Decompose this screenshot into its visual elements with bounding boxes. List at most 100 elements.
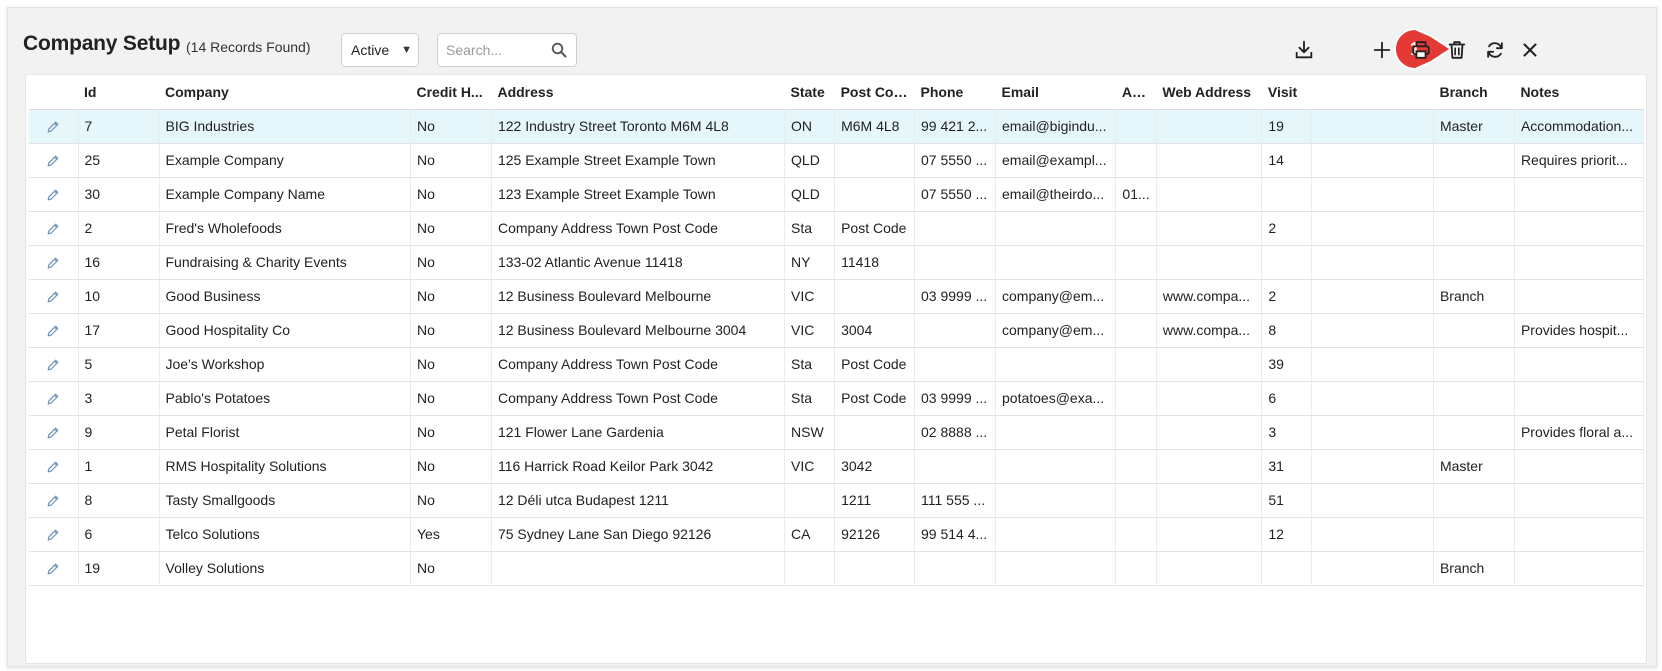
column-header[interactable]: Notes <box>1514 75 1644 110</box>
edit-button[interactable] <box>29 517 79 552</box>
table-cell <box>1311 449 1434 484</box>
table-cell: 2 <box>1261 279 1313 314</box>
table-cell <box>1311 143 1434 178</box>
edit-button[interactable] <box>29 415 79 450</box>
table-cell: No <box>410 177 492 212</box>
table-cell <box>1311 279 1434 314</box>
edit-button[interactable] <box>29 551 79 586</box>
table-row[interactable]: 2 Fred's Wholefoods No Company Address Town… <box>29 211 1645 246</box>
table-cell <box>1115 279 1157 314</box>
table-row[interactable]: 8 Tasty Smallgoods No 12 Déli utca Budapest… <box>29 483 1645 518</box>
table-cell <box>1156 109 1263 144</box>
table-cell: No <box>410 245 492 280</box>
close-button[interactable] <box>1514 34 1546 66</box>
table-cell: 07 5550 ... <box>914 177 996 212</box>
table-cell <box>1156 211 1263 246</box>
column-header[interactable]: Email <box>995 75 1116 110</box>
edit-button[interactable] <box>29 143 79 178</box>
table-cell: 6 <box>78 517 160 552</box>
edit-button[interactable] <box>29 109 79 144</box>
search-input[interactable] <box>438 34 550 66</box>
column-header[interactable]: Id <box>78 75 159 110</box>
table-body: 7 BIG Industries No 122 Industry Street Tor… <box>29 109 1645 586</box>
table-cell <box>1514 517 1645 552</box>
delete-button[interactable] <box>1441 34 1473 66</box>
table-row[interactable]: 25 Example Company No 125 Example Street Ex… <box>29 143 1645 178</box>
table-cell <box>1261 177 1313 212</box>
table-cell <box>995 483 1117 518</box>
table-cell: No <box>410 483 492 518</box>
pencil-icon <box>47 155 59 167</box>
edit-button[interactable] <box>29 483 79 518</box>
table-cell <box>914 313 996 348</box>
column-header[interactable] <box>29 75 79 110</box>
table-cell: Telco Solutions <box>159 517 411 552</box>
table-cell: 16 <box>78 245 160 280</box>
edit-button[interactable] <box>29 449 79 484</box>
table-cell: 12 Business Boulevard Melbourne <box>491 279 786 314</box>
search-icon[interactable] <box>551 42 567 58</box>
table-cell <box>1433 415 1515 450</box>
column-header[interactable]: Branch <box>1433 75 1515 110</box>
table-row[interactable]: 1 RMS Hospitality Solutions No 116 Harrick … <box>29 449 1645 484</box>
pencil-icon <box>47 427 59 439</box>
edit-button[interactable] <box>29 177 79 212</box>
table-cell: 123 Example Street Example Town <box>491 177 786 212</box>
table-cell: QLD <box>784 177 836 212</box>
plus-icon <box>1373 41 1391 59</box>
column-header[interactable] <box>1311 75 1434 110</box>
table-row[interactable]: 7 BIG Industries No 122 Industry Street Tor… <box>29 109 1645 144</box>
table-cell <box>1433 313 1515 348</box>
add-button[interactable] <box>1366 34 1398 66</box>
table-cell: Requires priorit... <box>1514 143 1645 178</box>
column-header[interactable]: Credit H... <box>410 75 492 110</box>
table-cell <box>1311 177 1434 212</box>
column-header[interactable]: Web Address <box>1156 75 1262 110</box>
header-bar: Company Setup (14 Records Found) Active … <box>8 8 1656 74</box>
table-cell <box>1514 245 1645 280</box>
table-row[interactable]: 30 Example Company Name No 123 Example Stre… <box>29 177 1645 212</box>
table-row[interactable]: 10 Good Business No 12 Business Boulevard M… <box>29 279 1645 314</box>
table-row[interactable]: 5 Joe's Workshop No Company Address Town Po… <box>29 347 1645 382</box>
status-filter-select[interactable]: Active ▼ <box>341 33 419 67</box>
refresh-button[interactable] <box>1479 34 1511 66</box>
edit-button[interactable] <box>29 347 79 382</box>
table-row[interactable]: 17 Good Hospitality Co No 12 Business Boule… <box>29 313 1645 348</box>
pencil-icon <box>47 291 59 303</box>
column-header[interactable]: Phone <box>914 75 996 110</box>
edit-button[interactable] <box>29 245 79 280</box>
table-cell <box>834 143 916 178</box>
table-row[interactable]: 9 Petal Florist No 121 Flower Lane Gardenia… <box>29 415 1645 450</box>
table-cell: Sta <box>784 381 836 416</box>
column-header[interactable]: State <box>784 75 835 110</box>
table-row[interactable]: 16 Fundraising & Charity Events No 133-02 A… <box>29 245 1645 280</box>
table-row[interactable]: 6 Telco Solutions Yes 75 Sydney Lane San Di… <box>29 517 1645 552</box>
table-cell: No <box>410 347 492 382</box>
pencil-icon <box>47 223 59 235</box>
table-cell <box>1433 517 1515 552</box>
column-header[interactable]: Address <box>491 75 785 110</box>
table-cell <box>1311 109 1434 144</box>
print-button[interactable] <box>1405 34 1437 66</box>
download-button[interactable] <box>1288 34 1320 66</box>
column-header[interactable]: Visit <box>1261 75 1312 110</box>
edit-button[interactable] <box>29 381 79 416</box>
table-cell: ON <box>784 109 836 144</box>
table-cell <box>1156 415 1263 450</box>
pencil-icon <box>47 529 59 541</box>
download-icon <box>1295 40 1313 59</box>
edit-button[interactable] <box>29 211 79 246</box>
table-cell: No <box>410 381 492 416</box>
edit-button[interactable] <box>29 279 79 314</box>
table-row[interactable]: 19 Volley Solutions No Branch <box>29 551 1645 586</box>
table-row[interactable]: 3 Pablo's Potatoes No Company Address Town … <box>29 381 1645 416</box>
record-count: (14 Records Found) <box>186 39 311 55</box>
table-cell <box>914 551 996 586</box>
column-header[interactable]: AB... <box>1115 75 1157 110</box>
edit-button[interactable] <box>29 313 79 348</box>
table-cell: Yes <box>410 517 492 552</box>
column-header[interactable]: Post Cod... <box>834 75 915 110</box>
table-cell <box>914 347 996 382</box>
column-header[interactable]: Company <box>159 75 411 110</box>
table-cell <box>1433 381 1515 416</box>
